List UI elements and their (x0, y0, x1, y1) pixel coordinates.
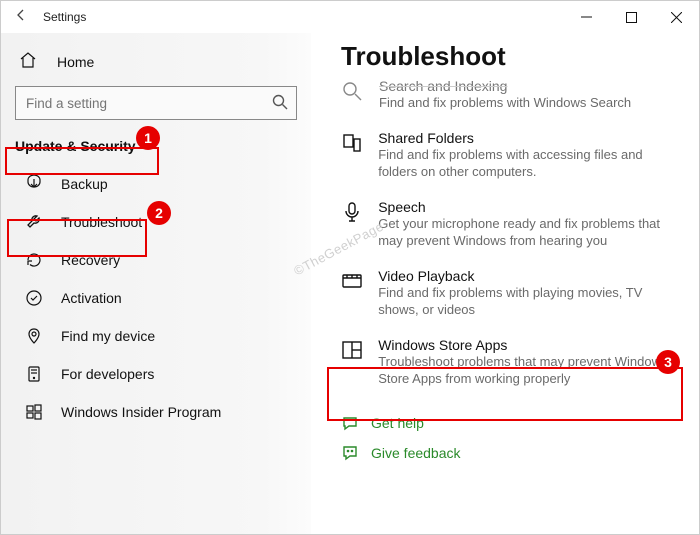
item-title: Search and Indexing (379, 78, 631, 94)
sidebar-item-label: Find my device (61, 328, 155, 344)
windows-store-apps-icon (339, 337, 364, 388)
sidebar-item-backup[interactable]: Backup (7, 166, 305, 202)
troubleshoot-list: Search and IndexingFind and fix problems… (329, 78, 679, 398)
sidebar-item-label: Activation (61, 290, 122, 306)
sidebar-item-windows-insider[interactable]: Windows Insider Program (7, 394, 305, 430)
troubleshoot-item-windows-store-apps[interactable]: Windows Store AppsTroubleshoot problems … (329, 329, 679, 398)
item-desc: Find and fix problems with accessing fil… (378, 146, 669, 181)
item-title: Windows Store Apps (378, 337, 669, 353)
footer-links: Get help Give feedback (341, 408, 679, 468)
sidebar-item-label: For developers (61, 366, 154, 382)
troubleshoot-item-shared-folders[interactable]: Shared FoldersFind and fix problems with… (329, 122, 679, 191)
window-title: Settings (43, 10, 86, 24)
sidebar-section-header: Update & Security (7, 130, 305, 162)
troubleshoot-item-search-indexing[interactable]: Search and IndexingFind and fix problems… (329, 78, 679, 122)
sidebar-item-activation[interactable]: Activation (7, 280, 305, 316)
back-icon[interactable] (13, 7, 29, 28)
sidebar-item-label: Recovery (61, 252, 120, 268)
sidebar-item-for-developers[interactable]: For developers (7, 356, 305, 392)
maximize-button[interactable] (609, 1, 654, 33)
link-label: Get help (371, 415, 424, 431)
titlebar: Settings (1, 1, 699, 33)
video-playback-icon (339, 268, 364, 319)
close-button[interactable] (654, 1, 699, 33)
sidebar-item-label: Windows Insider Program (61, 404, 221, 420)
item-desc: Troubleshoot problems that may prevent W… (378, 353, 669, 388)
sidebar-item-troubleshoot[interactable]: Troubleshoot (7, 204, 305, 240)
item-desc: Find and fix problems with Windows Searc… (379, 94, 631, 112)
window-controls (564, 1, 699, 33)
shared-folders-icon (339, 130, 364, 181)
search-icon (271, 93, 289, 116)
sidebar: Home Update & Security Backup Troublesho… (1, 33, 311, 534)
search-indexing-icon (339, 78, 365, 112)
item-desc: Find and fix problems with playing movie… (378, 284, 669, 319)
sidebar-item-home[interactable]: Home (1, 45, 311, 86)
sidebar-item-label: Troubleshoot (61, 214, 142, 230)
troubleshoot-item-video-playback[interactable]: Video PlaybackFind and fix problems with… (329, 260, 679, 329)
link-give-feedback[interactable]: Give feedback (341, 438, 679, 468)
home-icon (19, 51, 37, 72)
sidebar-item-find-my-device[interactable]: Find my device (7, 318, 305, 354)
item-title: Shared Folders (378, 130, 669, 146)
troubleshoot-item-speech[interactable]: SpeechGet your microphone ready and fix … (329, 191, 679, 260)
page-title: Troubleshoot (341, 41, 679, 72)
sidebar-item-label: Backup (61, 176, 108, 192)
minimize-button[interactable] (564, 1, 609, 33)
item-desc: Get your microphone ready and fix proble… (378, 215, 669, 250)
search-input[interactable] (15, 86, 297, 120)
sidebar-item-recovery[interactable]: Recovery (7, 242, 305, 278)
speech-icon (339, 199, 364, 250)
home-label: Home (57, 54, 94, 70)
link-get-help[interactable]: Get help (341, 408, 679, 438)
main-panel: Troubleshoot Search and IndexingFind and… (311, 33, 699, 534)
item-title: Video Playback (378, 268, 669, 284)
item-title: Speech (378, 199, 669, 215)
link-label: Give feedback (371, 445, 461, 461)
